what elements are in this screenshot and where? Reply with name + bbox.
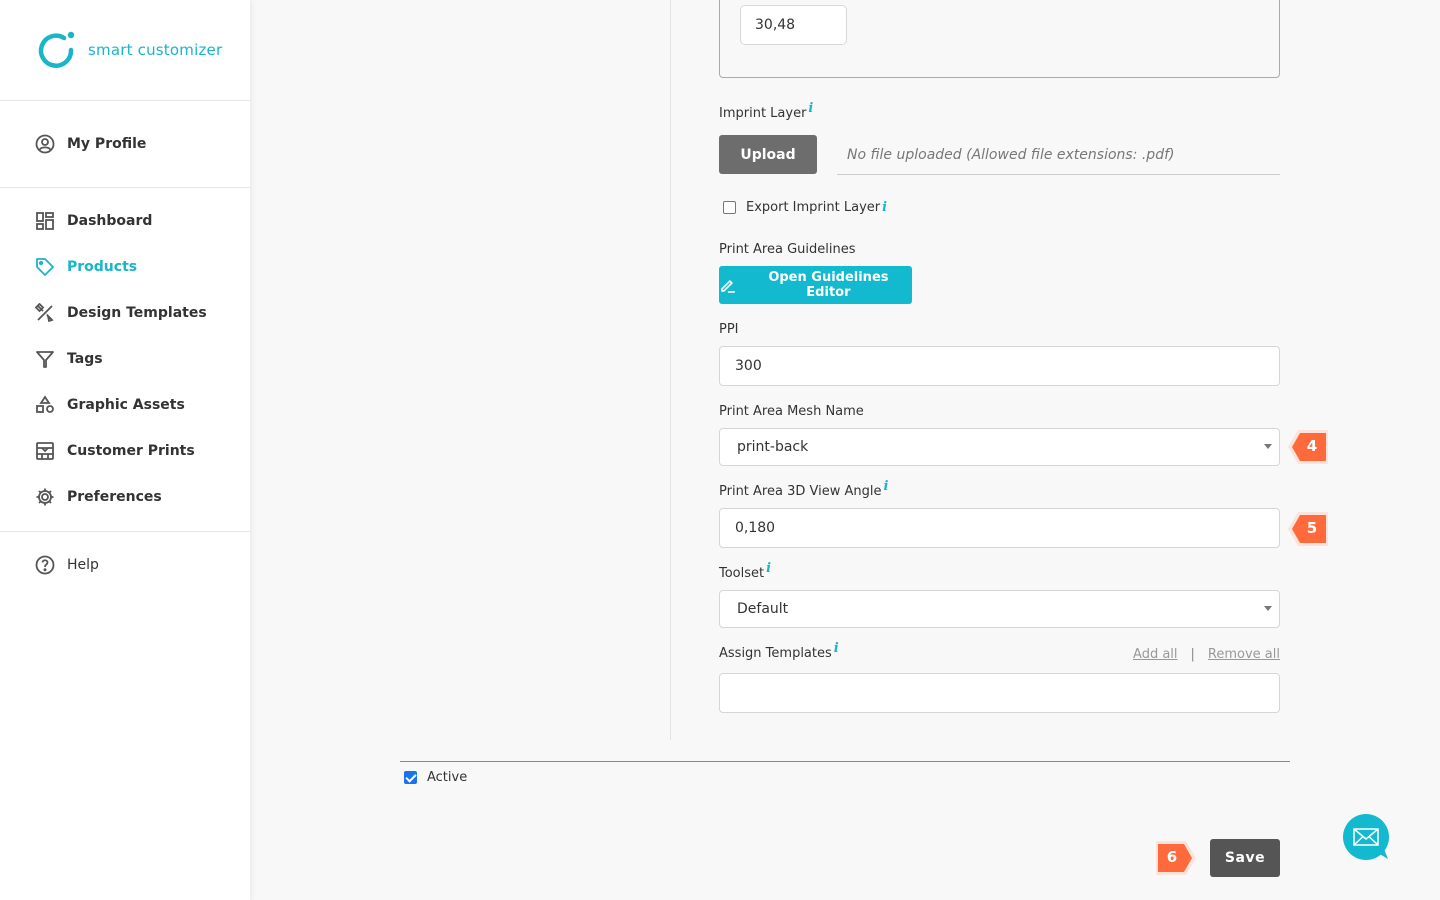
annotation-badge-6: 6 [1154,839,1198,877]
view-angle-label: Print Area 3D View Angle i [719,480,888,499]
dashboard-icon [35,211,55,231]
annotation-badge-4: 4 [1286,428,1330,466]
export-imprint-row: Export Imprint Layer i [723,200,887,215]
add-all-link[interactable]: Add all [1133,647,1178,662]
template-links: Add all | Remove all [1133,647,1280,662]
annotation-badge-5: 5 [1286,510,1330,548]
main-nav: Dashboard Products Design Templates Tags… [0,188,250,532]
gear-icon [35,487,55,507]
logo-icon [38,31,75,68]
assign-templates-label: Assign Templates i [719,642,839,661]
ppi-input[interactable]: 300 [719,346,1280,386]
sidebar-item-dashboard[interactable]: Dashboard [0,198,250,244]
mail-icon [1343,814,1389,860]
mesh-name-select[interactable]: print-back [719,428,1280,466]
column-divider [670,0,671,740]
toolset-label: Toolset i [719,562,771,581]
filter-icon [35,349,55,369]
view-angle-input[interactable]: 0,180 [719,508,1280,548]
sidebar-item-graphic-assets[interactable]: Graphic Assets [0,382,250,428]
link-separator: | [1190,647,1195,662]
sidebar-item-label: Design Templates [67,305,207,321]
file-status: No file uploaded (Allowed file extension… [837,136,1280,175]
ppi-label: PPI [719,322,739,337]
sidebar-item-products[interactable]: Products [0,244,250,290]
profile-group: My Profile [0,101,250,188]
badge-number: 6 [1166,848,1178,866]
sidebar: smart customizer My Profile Dashboard Pr… [0,0,250,900]
user-circle-icon [35,134,55,154]
remove-all-link[interactable]: Remove all [1208,647,1280,662]
tag-icon [35,257,55,277]
badge-number: 5 [1306,519,1318,537]
chat-button[interactable] [1342,813,1392,863]
info-icon[interactable]: i [834,641,839,656]
mesh-name-label: Print Area Mesh Name [719,404,864,419]
mesh-name-value: print-back [737,439,809,455]
upload-button[interactable]: Upload [719,135,817,174]
open-guidelines-editor-button[interactable]: Open Guidelines Editor [719,266,912,304]
info-icon[interactable]: i [766,561,771,576]
button-label: Open Guidelines Editor [768,270,889,300]
active-checkbox[interactable] [404,771,417,784]
save-button[interactable]: Save [1210,839,1280,877]
sidebar-item-label: Help [67,557,99,573]
sidebar-item-label: Products [67,259,138,275]
sidebar-item-label: My Profile [67,136,147,152]
export-imprint-checkbox[interactable] [723,201,736,214]
info-icon[interactable]: i [883,479,888,494]
sidebar-item-label: Preferences [67,489,162,505]
sidebar-item-help[interactable]: Help [0,542,250,588]
main-content: 30,48 Imprint Layer i Upload No file uplo… [250,0,1440,900]
assign-templates-label-text: Assign Templates [719,646,832,661]
toolset-label-text: Toolset [719,566,765,581]
shapes-icon [35,395,55,415]
imprint-layer-label-text: Imprint Layer [719,106,807,121]
info-icon[interactable]: i [808,101,813,116]
export-imprint-label: Export Imprint Layer [746,200,881,215]
pencil-icon [721,280,735,293]
prints-icon [35,441,55,461]
badge-number: 4 [1306,437,1318,455]
toolset-value: Default [737,601,789,617]
sidebar-item-my-profile[interactable]: My Profile [0,121,146,167]
sidebar-item-label: Tags [67,351,103,367]
sidebar-item-tags[interactable]: Tags [0,336,250,382]
design-tools-icon [35,303,55,323]
sidebar-item-label: Graphic Assets [67,397,185,413]
toolset-select[interactable]: Default [719,590,1280,628]
assign-templates-input[interactable] [719,673,1280,713]
brand-name: smart customizer [88,41,223,59]
question-circle-icon [35,555,55,575]
sidebar-item-customer-prints[interactable]: Customer Prints [0,428,250,474]
dimension-input[interactable]: 30,48 [740,5,847,45]
view-angle-label-text: Print Area 3D View Angle [719,484,882,499]
imprint-layer-label: Imprint Layer i [719,102,813,121]
active-label: Active [427,770,468,785]
sidebar-item-design-templates[interactable]: Design Templates [0,290,250,336]
sidebar-item-label: Dashboard [67,213,153,229]
logo[interactable]: smart customizer [0,0,250,101]
sidebar-item-label: Customer Prints [67,443,195,459]
sidebar-item-preferences[interactable]: Preferences [0,474,250,520]
chevron-down-icon [1264,606,1272,611]
chevron-down-icon [1264,444,1272,449]
section-divider [400,761,1290,762]
guidelines-label: Print Area Guidelines [719,242,856,257]
active-row: Active [404,770,467,785]
